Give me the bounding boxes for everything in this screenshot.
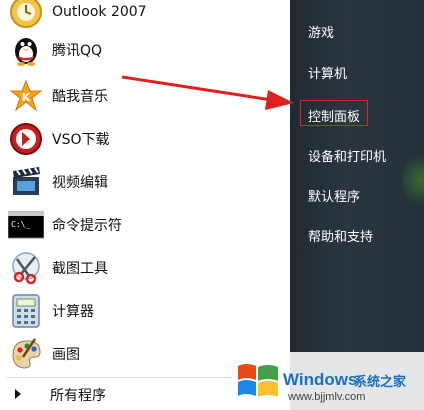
annotation-arrow: [121, 75, 294, 110]
watermark-url: www.bjjmlv.com: [288, 391, 366, 403]
windows-logo-icon: [238, 364, 278, 397]
watermark-brand: Windows: [283, 370, 358, 389]
watermark-subtitle: 系统之家: [354, 375, 407, 390]
